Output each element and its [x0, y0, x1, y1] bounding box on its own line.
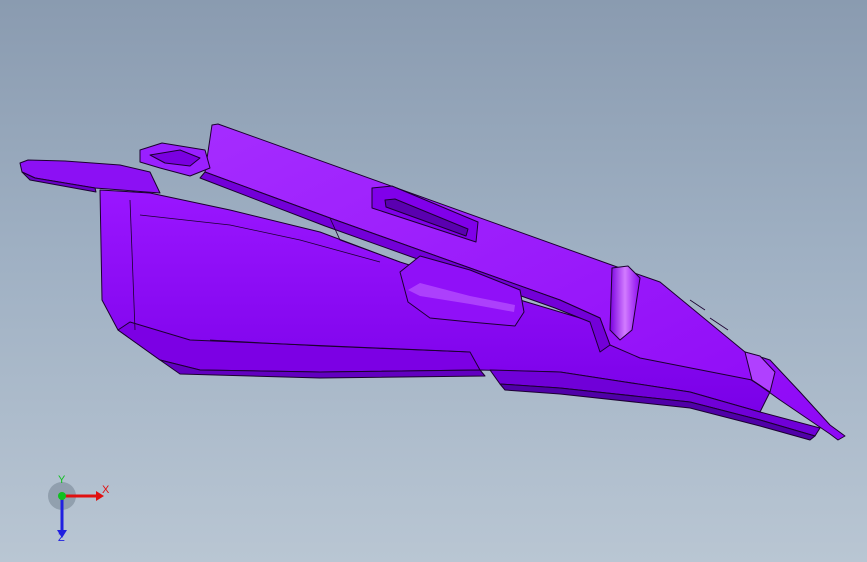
coordinate-triad: X Y Z	[44, 474, 124, 548]
y-axis-label: Y	[58, 474, 66, 486]
graphics-viewport[interactable]: X Y Z	[0, 0, 867, 562]
x-axis-label: X	[102, 484, 110, 496]
z-axis-label: Z	[58, 532, 65, 544]
triad-axes-icon	[48, 482, 104, 538]
3d-model[interactable]	[0, 0, 867, 562]
